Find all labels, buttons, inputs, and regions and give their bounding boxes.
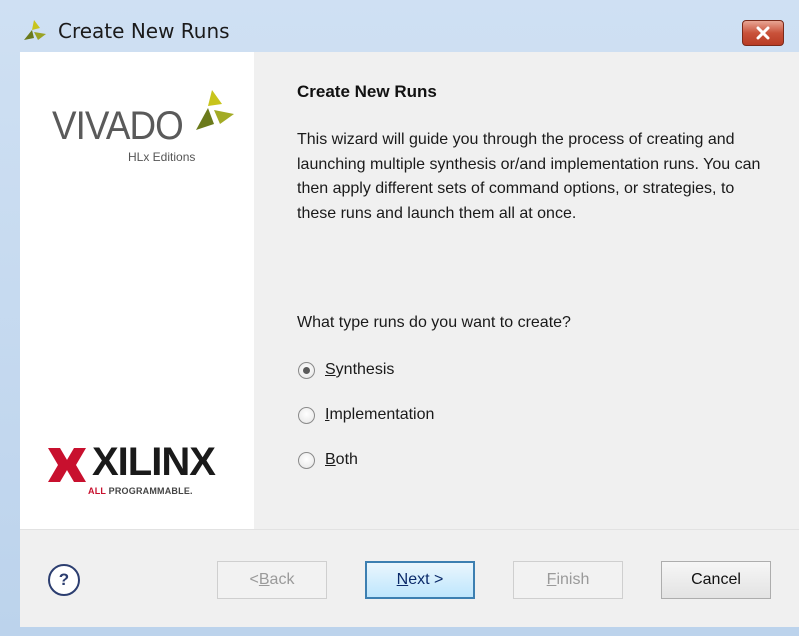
xilinx-mark-icon <box>48 448 86 482</box>
page-title: Create New Runs <box>297 82 437 101</box>
radio-label-implementation[interactable]: Implementation <box>325 406 434 424</box>
xilinx-tagline: ALL PROGRAMMABLE. <box>88 486 193 496</box>
next-label: ext > <box>408 571 444 588</box>
radio-button[interactable] <box>298 451 315 469</box>
back-button[interactable]: < Back <box>217 561 327 599</box>
radio-button-checked[interactable] <box>298 361 315 379</box>
close-button[interactable] <box>742 20 784 46</box>
close-icon <box>756 26 770 40</box>
finish-mnemonic: F <box>546 571 557 588</box>
radio-label-both[interactable]: Both <box>325 451 358 469</box>
vivado-subtitle: HLx Editions <box>128 150 196 164</box>
radio-synthesis[interactable]: Synthesis <box>298 359 394 381</box>
button-bar: ? < Back Next > Finish Cancel <box>20 529 799 627</box>
vivado-logo-text: VIVADO <box>52 104 184 148</box>
wizard-sidebar: VIVADO HLx Editions XILINX ALL PROGRAMMA… <box>20 52 254 529</box>
cancel-label: Cancel <box>691 571 741 588</box>
radio-label-synthesis[interactable]: Synthesis <box>325 361 394 379</box>
radio-implementation[interactable]: Implementation <box>298 404 434 426</box>
vivado-leaf-icon <box>196 90 234 130</box>
back-mnemonic: B <box>258 571 270 588</box>
help-button[interactable]: ? <box>48 564 80 596</box>
finish-button[interactable]: Finish <box>513 561 623 599</box>
cancel-button[interactable]: Cancel <box>661 561 771 599</box>
next-button[interactable]: Next > <box>365 561 475 599</box>
vivado-logo: VIVADO HLx Editions <box>50 90 235 170</box>
run-type-question: What type runs do you want to create? <box>297 314 571 331</box>
description-text: This wizard will guide you through the p… <box>297 131 761 222</box>
dialog-client-area: VIVADO HLx Editions XILINX ALL PROGRAMMA… <box>20 52 799 627</box>
xilinx-tagline-a: ALL <box>88 486 109 496</box>
title-bar[interactable]: Create New Runs <box>0 0 799 52</box>
dialog-window: Create New Runs VIVADO HLx Editions XILI… <box>0 0 799 636</box>
xilinx-logo: XILINX ALL PROGRAMMABLE. <box>48 440 238 504</box>
help-icon: ? <box>58 570 70 589</box>
next-mnemonic: N <box>396 571 409 588</box>
radio-button[interactable] <box>298 406 315 424</box>
finish-label: inish <box>556 571 590 588</box>
radio-both[interactable]: Both <box>298 449 358 471</box>
back-label: ack <box>269 571 295 588</box>
xilinx-tagline-b: PROGRAMMABLE. <box>108 486 193 496</box>
back-prefix: < <box>249 571 259 588</box>
wizard-content: Create New Runs This wizard will guide y… <box>254 52 799 529</box>
window-title: Create New Runs <box>58 19 230 43</box>
vivado-leaf-icon <box>24 20 46 40</box>
xilinx-logo-text: XILINX <box>92 440 216 484</box>
